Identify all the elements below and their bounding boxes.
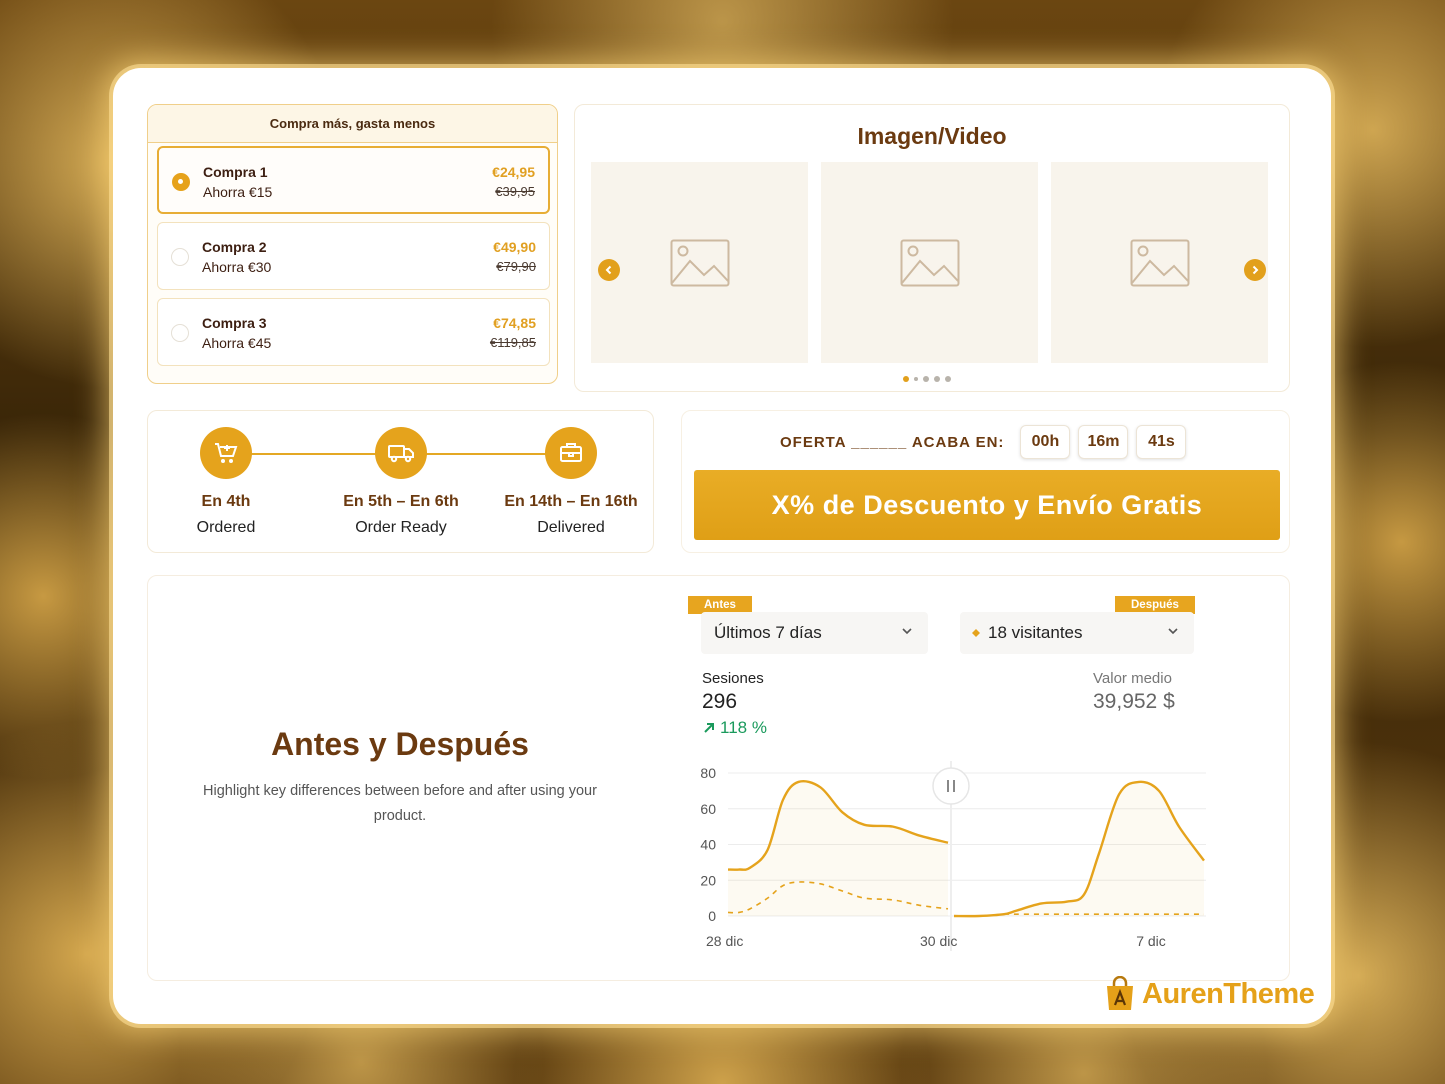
visitors-select-value: 18 visitantes	[988, 623, 1083, 642]
before-area	[728, 781, 948, 916]
option-title: Compra 2	[202, 239, 267, 255]
countdown-row: OFERTA ______ ACABA EN: 00h 16m 41s	[780, 425, 1194, 459]
pagination-dot[interactable]	[914, 377, 918, 381]
x-tick-label: 28 dic	[706, 933, 743, 949]
shopping-bag-icon	[1107, 976, 1133, 1010]
bundle-title: Compra más, gasta menos	[148, 105, 557, 143]
pagination-dot[interactable]	[923, 376, 929, 382]
countdown-hours: 00h	[1020, 425, 1071, 459]
radio-button[interactable]	[171, 248, 189, 266]
option-price: €24,95	[492, 164, 535, 180]
brand-name: AurenTheme	[1142, 977, 1315, 1010]
chevron-down-icon	[1168, 628, 1178, 635]
chevron-right-icon	[1252, 265, 1259, 275]
y-tick-label: 80	[700, 765, 716, 781]
y-tick-label: 60	[700, 801, 716, 817]
before-after-title: Antes y Después	[271, 726, 529, 762]
avg-value-label: Valor medio	[1093, 670, 1172, 687]
y-tick-label: 40	[700, 837, 716, 853]
bundle-option-3[interactable]: Compra 3 Ahorra €45 €74,85 €119,85	[157, 298, 550, 366]
option-title: Compra 3	[202, 315, 267, 331]
period-select-value: Últimos 7 días	[714, 623, 822, 642]
radio-button-selected[interactable]	[172, 173, 190, 191]
bundle-selector: Compra más, gasta menos Compra 1 Ahorra …	[147, 104, 558, 384]
brand-logo: AurenTheme	[1104, 976, 1315, 1012]
bundle-option-2[interactable]: Compra 2 Ahorra €30 €49,90 €79,90	[157, 222, 550, 290]
option-price: €49,90	[493, 239, 536, 255]
cart-icon	[200, 427, 252, 479]
slider-handle	[932, 767, 970, 805]
option-old-price: €79,90	[496, 259, 536, 274]
sessions-trend: 118 %	[702, 718, 767, 738]
carousel-prev-button[interactable]	[598, 259, 620, 281]
option-price: €74,85	[493, 315, 536, 331]
media-slot-2[interactable]	[821, 162, 1038, 363]
image-placeholder-icon	[1130, 239, 1189, 286]
option-title: Compra 1	[203, 164, 268, 180]
delivery-timeline: En 4th Ordered En 5th – En 6th Order Rea…	[147, 410, 654, 553]
timeline-date: En 5th – En 6th	[343, 493, 459, 510]
before-after-chart: 80 60 40 20 0 28 dic 30 dic 7 dic	[700, 761, 1206, 951]
timeline-step-ordered: En 4th Ordered	[141, 427, 311, 537]
y-tick-label: 0	[708, 908, 716, 924]
media-slot-3[interactable]	[1051, 162, 1268, 363]
avg-value: 39,952 $	[1093, 690, 1175, 713]
pagination-dot-active[interactable]	[903, 376, 909, 382]
option-savings: Ahorra €30	[202, 259, 272, 275]
timeline-date: En 14th – En 16th	[504, 493, 638, 510]
option-old-price: €39,95	[495, 184, 535, 199]
carousel-next-button[interactable]	[1244, 259, 1266, 281]
x-tick-label: 7 dic	[1136, 933, 1166, 949]
image-placeholder-icon	[900, 239, 959, 286]
visitors-select[interactable]: 18 visitantes	[960, 612, 1194, 654]
y-tick-label: 20	[700, 872, 716, 888]
before-after-description: Highlight key differences between before…	[203, 783, 597, 824]
x-tick-label: 30 dic	[920, 933, 957, 949]
timeline-step-ready: En 5th – En 6th Order Ready	[316, 427, 486, 537]
chevron-down-icon	[902, 628, 912, 635]
timeline-step-delivered: En 14th – En 16th Delivered	[486, 427, 656, 537]
package-icon	[545, 427, 597, 479]
timeline-label: Ordered	[196, 519, 256, 536]
media-carousel: Imagen/Video	[574, 104, 1290, 392]
chevron-left-icon	[605, 265, 612, 275]
period-select[interactable]: Últimos 7 días	[701, 612, 928, 654]
carousel-pagination	[903, 376, 951, 382]
timeline-date: En 4th	[201, 493, 251, 510]
pagination-dot[interactable]	[945, 376, 951, 382]
diamond-icon	[972, 629, 980, 637]
offer-label: OFERTA ______ ACABA EN:	[780, 433, 1005, 451]
media-title: Imagen/Video	[857, 123, 1007, 149]
sessions-value: 296	[702, 690, 738, 713]
sessions-trend-value: 118 %	[720, 718, 767, 737]
pagination-dot[interactable]	[934, 376, 940, 382]
offer-countdown: OFERTA ______ ACABA EN: 00h 16m 41s X% d…	[681, 410, 1290, 553]
truck-icon	[375, 427, 427, 479]
timeline-label: Delivered	[537, 519, 605, 536]
option-savings: Ahorra €45	[202, 335, 272, 351]
countdown-seconds: 41s	[1136, 425, 1187, 459]
bundle-option-1[interactable]: Compra 1 Ahorra €15 €24,95 €39,95	[157, 146, 550, 214]
arrow-up-right-icon	[704, 723, 714, 733]
image-placeholder-icon	[670, 239, 729, 286]
option-old-price: €119,85	[489, 335, 536, 350]
discount-button[interactable]: X% de Descuento y Envío Gratis	[694, 470, 1280, 540]
sessions-label: Sesiones	[702, 670, 764, 687]
media-slot-1[interactable]	[591, 162, 808, 363]
radio-button[interactable]	[171, 324, 189, 342]
option-savings: Ahorra €15	[203, 184, 273, 200]
timeline-label: Order Ready	[355, 519, 447, 536]
before-after-section: Antes y Después Highlight key difference…	[147, 575, 1290, 981]
countdown-minutes: 16m	[1078, 425, 1129, 459]
